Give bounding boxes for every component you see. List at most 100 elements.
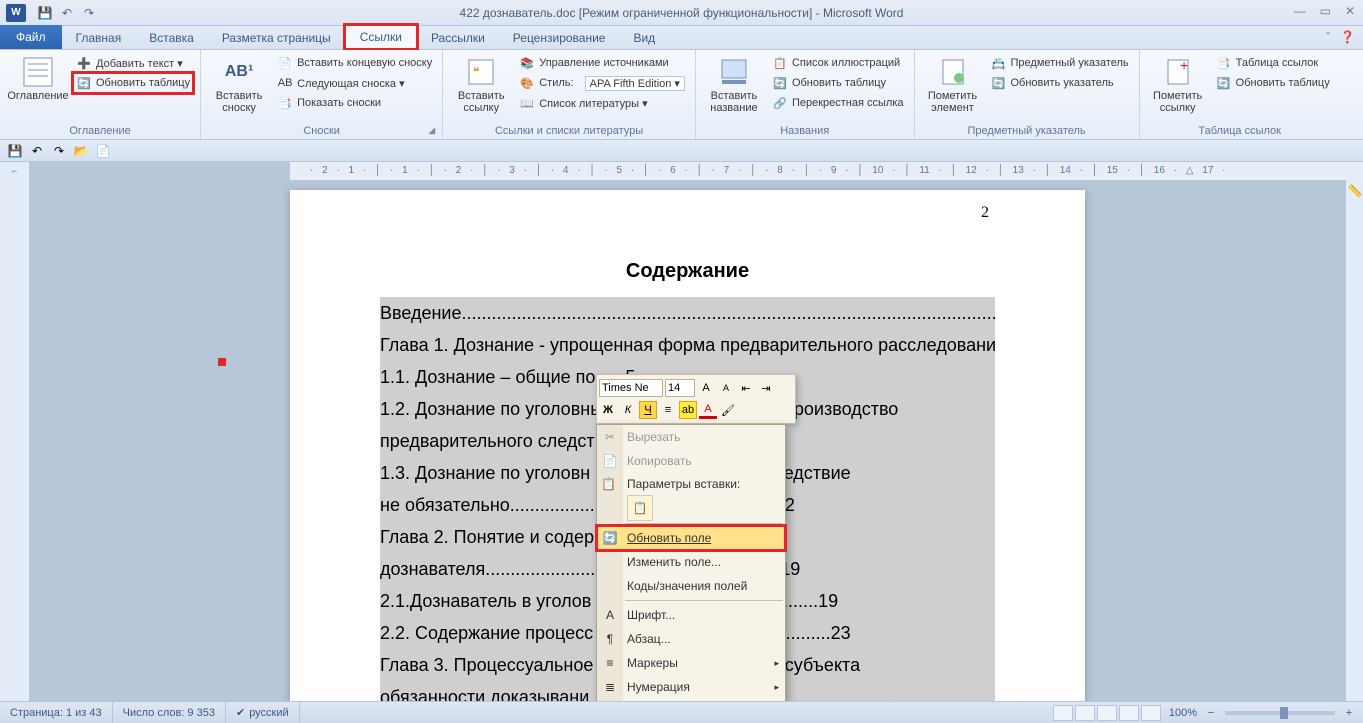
ctx-numbering[interactable]: ≣Нумерация▸: [597, 675, 785, 699]
ruler-marks: · 2 · 1 · │ · 1 · │ · 2 · │ · 3 · │ · 4 …: [310, 165, 1226, 176]
context-menu: ✂Вырезать 📄Копировать 📋Параметры вставки…: [596, 424, 786, 701]
ribbon-minimize-icon[interactable]: ˇ: [1326, 30, 1330, 44]
svg-text:+: +: [1180, 57, 1188, 73]
tab-mailings[interactable]: Рассылки: [417, 27, 499, 49]
zoom-in-button[interactable]: +: [1343, 707, 1355, 719]
zoom-thumb[interactable]: [1280, 707, 1288, 719]
tab-page-layout[interactable]: Разметка страницы: [208, 27, 345, 49]
ribbon-tabs: Файл Главная Вставка Разметка страницы С…: [0, 26, 1363, 50]
close-icon[interactable]: ✕: [1345, 4, 1355, 18]
tab-references[interactable]: Ссылки: [345, 25, 417, 49]
italic-button[interactable]: К: [619, 401, 637, 419]
toc-line: Глава 1. Дознание - упрощенная форма пре…: [380, 329, 995, 361]
status-words[interactable]: Число слов: 9 353: [113, 702, 226, 723]
ruler-toggle-icon[interactable]: 📏: [1348, 184, 1362, 198]
increase-indent-icon[interactable]: ⇥: [757, 379, 775, 397]
grow-font-icon[interactable]: A: [697, 379, 715, 397]
insert-citation-button[interactable]: ❝ Вставить ссылку: [451, 54, 511, 123]
manage-sources-button[interactable]: 📚Управление источниками: [517, 54, 687, 72]
ctx-copy[interactable]: 📄Копировать: [597, 449, 785, 473]
view-web[interactable]: [1097, 705, 1117, 721]
tab-file[interactable]: Файл: [0, 25, 62, 49]
restore-icon[interactable]: ▭: [1320, 4, 1331, 18]
qat-undo-icon[interactable]: ↶: [58, 4, 76, 22]
mark-entry-button[interactable]: Пометить элемент: [923, 54, 983, 123]
status-bar: Страница: 1 из 43 Число слов: 9 353 ✔рус…: [0, 701, 1363, 723]
update-toa-button[interactable]: 🔄Обновить таблицу: [1214, 74, 1332, 92]
insert-endnote-button[interactable]: 📄Вставить концевую сноску: [275, 54, 434, 72]
add-text-button[interactable]: ➕Добавить текст ▾: [74, 54, 192, 72]
minimize-icon[interactable]: —: [1294, 4, 1306, 18]
ctx-paste-options-label: 📋Параметры вставки:: [597, 473, 785, 493]
zoom-level[interactable]: 100%: [1169, 707, 1197, 719]
view-draft[interactable]: [1141, 705, 1161, 721]
toc-button[interactable]: Оглавление: [8, 54, 68, 123]
table-of-figures-button[interactable]: 📋Список иллюстраций: [770, 54, 906, 72]
tab-home[interactable]: Главная: [62, 27, 136, 49]
qat2-undo-icon[interactable]: ↶: [28, 143, 46, 159]
qat-redo-icon[interactable]: ↷: [80, 4, 98, 22]
mini-size-input[interactable]: [665, 379, 695, 397]
status-page[interactable]: Страница: 1 из 43: [0, 702, 113, 723]
mark-citation-button[interactable]: + Пометить ссылку: [1148, 54, 1208, 123]
decrease-indent-icon[interactable]: ⇤: [737, 379, 755, 397]
ctx-edit-field[interactable]: Изменить поле...: [597, 550, 785, 574]
help-icon[interactable]: ❓: [1340, 30, 1355, 44]
vertical-ruler[interactable]: [0, 180, 30, 701]
tab-view[interactable]: Вид: [619, 27, 669, 49]
update-table-button[interactable]: 🔄Обновить таблицу: [74, 74, 192, 92]
shrink-font-icon[interactable]: A: [717, 379, 735, 397]
view-full-screen[interactable]: [1075, 705, 1095, 721]
cross-reference-button[interactable]: 🔗Перекрестная ссылка: [770, 94, 906, 112]
toc-line: Введение................................…: [380, 297, 995, 329]
view-print-layout[interactable]: [1053, 705, 1073, 721]
qat-save-icon[interactable]: 💾: [36, 4, 54, 22]
bibliography-button[interactable]: 📖Список литературы ▾: [517, 94, 687, 112]
underline-button[interactable]: Ч: [639, 401, 657, 419]
align-center-icon[interactable]: ≡: [659, 401, 677, 419]
style-dropdown[interactable]: 🎨Стиль: APA Fifth Edition ▾: [517, 74, 687, 92]
next-footnote-button[interactable]: ABСледующая сноска ▾: [275, 74, 434, 92]
ctx-toggle-codes[interactable]: Коды/значения полей: [597, 574, 785, 598]
qat2-open-icon[interactable]: 📂: [72, 143, 90, 159]
show-notes-button[interactable]: 📑Показать сноски: [275, 94, 434, 112]
citation-icon: ❝: [465, 56, 497, 88]
refresh-icon: 🔄: [772, 75, 788, 91]
insert-index-button[interactable]: 📇Предметный указатель: [989, 54, 1131, 72]
qat2-redo-icon[interactable]: ↷: [50, 143, 68, 159]
ctx-paragraph[interactable]: ¶Абзац...: [597, 627, 785, 651]
ctx-cut[interactable]: ✂Вырезать: [597, 425, 785, 449]
group-footnotes: AB¹ Вставить сноску 📄Вставить концевую с…: [201, 50, 443, 139]
highlight-icon[interactable]: ab: [679, 401, 697, 419]
update-tof-button[interactable]: 🔄Обновить таблицу: [770, 74, 906, 92]
ctx-paste-option-keep[interactable]: 📋: [627, 495, 653, 521]
qat2-save-icon[interactable]: 💾: [6, 143, 24, 159]
ctx-bullets[interactable]: ≡Маркеры▸: [597, 651, 785, 675]
tab-review[interactable]: Рецензирование: [499, 27, 620, 49]
group-citations: ❝ Вставить ссылку 📚Управление источникам…: [443, 50, 696, 139]
tab-insert[interactable]: Вставка: [135, 27, 208, 49]
ctx-font[interactable]: AШрифт...: [597, 603, 785, 627]
status-language[interactable]: ✔русский: [226, 702, 300, 723]
font-color-icon[interactable]: A: [699, 401, 717, 419]
insert-caption-button[interactable]: Вставить название: [704, 54, 764, 123]
insert-toa-button[interactable]: 📑Таблица ссылок: [1214, 54, 1332, 72]
bold-button[interactable]: Ж: [599, 401, 617, 419]
zoom-out-button[interactable]: −: [1205, 707, 1217, 719]
cut-icon: ✂: [601, 430, 619, 444]
format-painter-icon[interactable]: 🖌: [719, 401, 737, 419]
insert-footnote-button[interactable]: AB¹ Вставить сноску: [209, 54, 269, 123]
mini-font-input[interactable]: [599, 379, 663, 397]
footnotes-launcher-icon[interactable]: ◢: [428, 125, 440, 137]
horizontal-ruler[interactable]: · 2 · 1 · │ · 1 · │ · 2 · │ · 3 · │ · 4 …: [290, 162, 1363, 180]
biblio-icon: 📖: [519, 95, 535, 111]
update-index-button[interactable]: 🔄Обновить указатель: [989, 74, 1131, 92]
group-captions-title: Названия: [704, 125, 906, 137]
zoom-slider[interactable]: [1225, 711, 1335, 715]
ctx-update-field[interactable]: 🔄Обновить поле: [597, 526, 785, 550]
qat2-new-icon[interactable]: 📄: [94, 143, 112, 159]
mark-icon: [937, 56, 969, 88]
view-outline[interactable]: [1119, 705, 1139, 721]
numbering-icon: ≣: [601, 680, 619, 694]
ruler-corner[interactable]: ⌐: [0, 162, 30, 180]
